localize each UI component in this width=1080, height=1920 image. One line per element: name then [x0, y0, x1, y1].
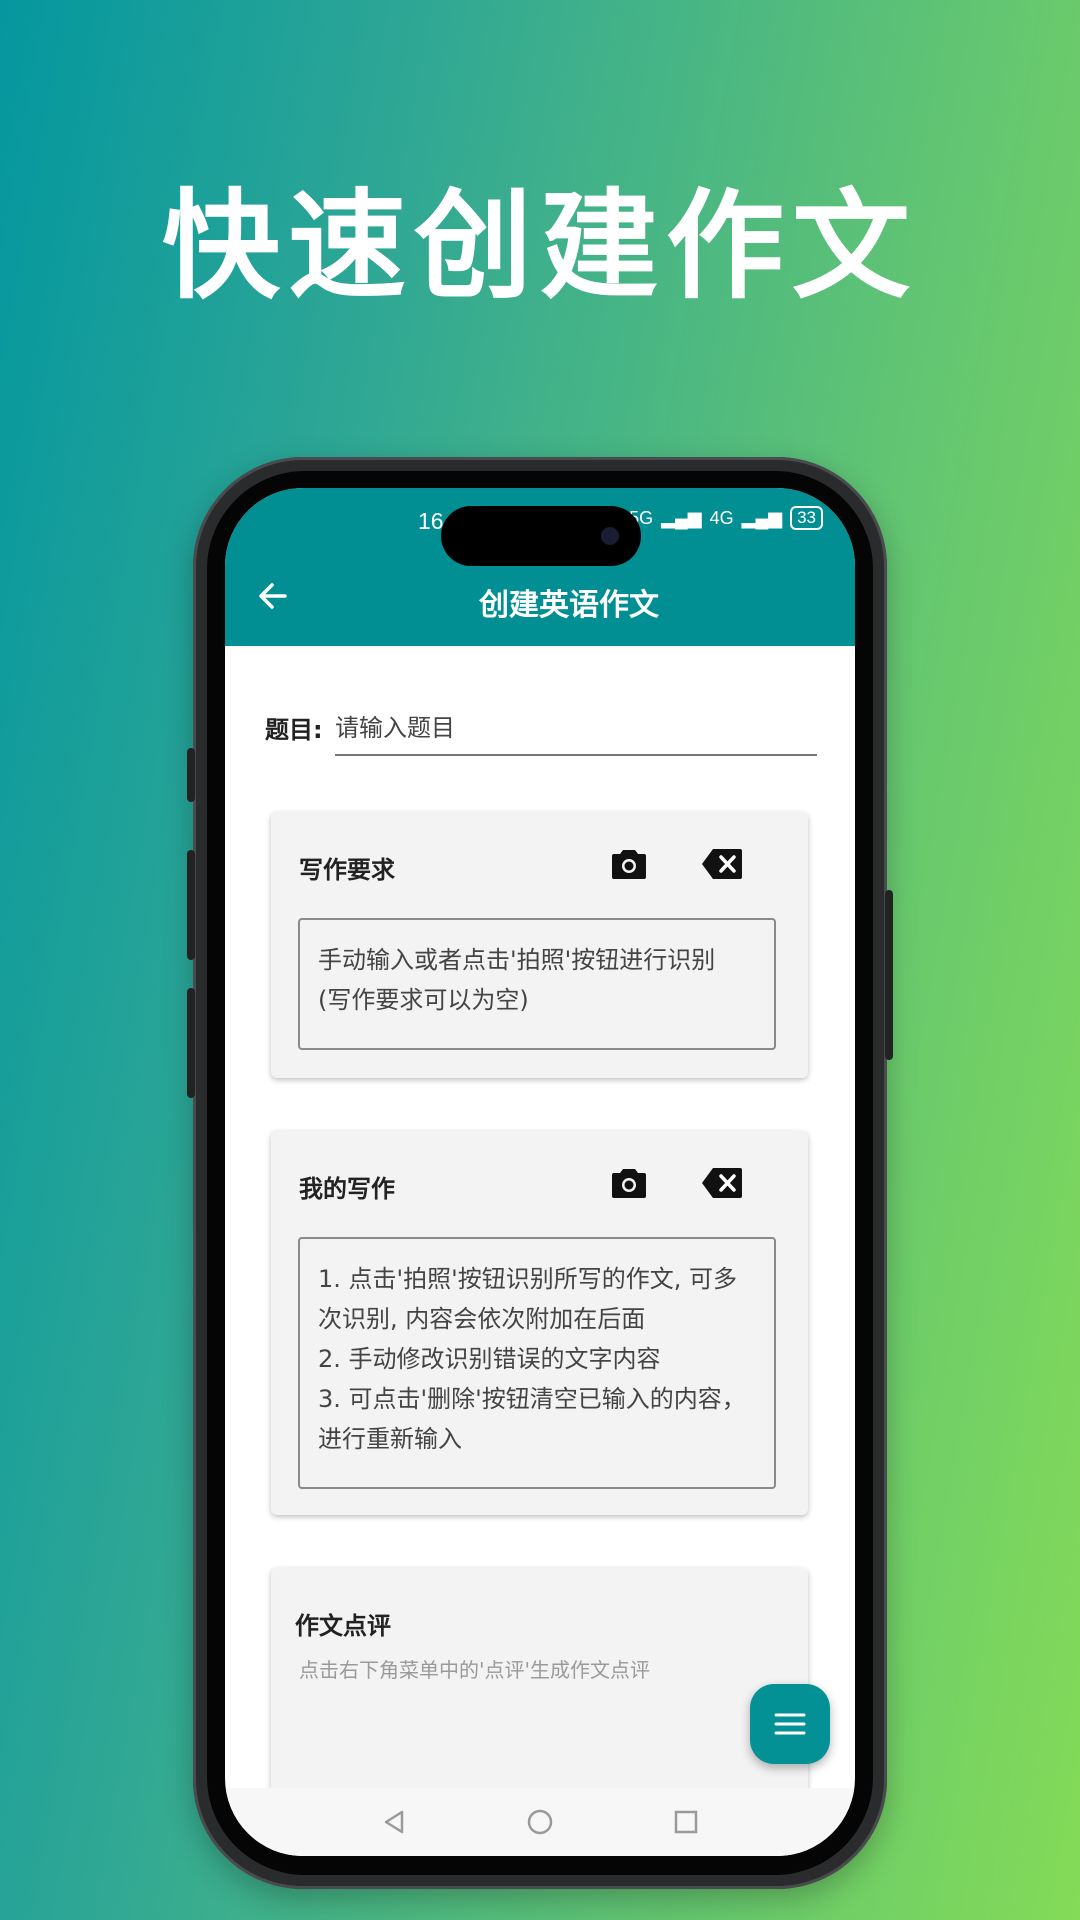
- writing-textarea[interactable]: 1. 点击'拍照'按钮识别所写的作文, 可多次识别, 内容会依次附加在后面 2.…: [298, 1237, 776, 1489]
- topic-input[interactable]: [335, 706, 817, 756]
- system-navbar: [225, 1788, 855, 1856]
- phone-mute-switch: [187, 748, 195, 802]
- backspace-icon: [702, 1168, 742, 1198]
- camera-icon: [612, 850, 646, 879]
- battery-indicator: 33: [790, 506, 823, 530]
- requirements-card: 写作要求 手动输入或者点击'拍照'按钮进行识别 (写作要求可以为空): [271, 812, 808, 1078]
- app-bar: 16 ▯ ◎ 5G ▂▄▆ 4G ▂▄▆ 33 创建英语作文: [225, 488, 855, 646]
- signal-icon: ▂▄▆: [661, 507, 702, 528]
- nav-home-button[interactable]: [522, 1804, 558, 1840]
- square-recents-icon: [674, 1810, 698, 1834]
- camera-icon: [612, 1169, 646, 1198]
- triangle-back-icon: [384, 1810, 404, 1834]
- nav-back-button[interactable]: [376, 1804, 412, 1840]
- network-4g: 4G: [709, 507, 734, 528]
- review-hint: 点击右下角菜单中的'点评'生成作文点评: [299, 1658, 650, 1682]
- headline: 快速创建作文: [161, 177, 918, 315]
- menu-fab[interactable]: [750, 1684, 830, 1764]
- nav-recents-button[interactable]: [668, 1804, 704, 1840]
- writing-card: 我的写作 1. 点击'拍照'按钮识别所写的作文, 可多次识别, 内容会依次附加在…: [271, 1131, 808, 1515]
- requirements-textarea[interactable]: 手动输入或者点击'拍照'按钮进行识别 (写作要求可以为空): [298, 918, 776, 1050]
- writing-clear-button[interactable]: [700, 1161, 744, 1205]
- app-screen: 16 ▯ ◎ 5G ▂▄▆ 4G ▂▄▆ 33 创建英语作文 题目: 写作要求: [225, 488, 855, 1856]
- writing-title: 我的写作: [299, 1175, 395, 1203]
- writing-camera-button[interactable]: [607, 1161, 651, 1205]
- phone-volume-down: [187, 988, 195, 1098]
- status-time: 16: [418, 508, 444, 534]
- topic-row: 题目:: [265, 706, 820, 776]
- circle-home-icon: [527, 1809, 553, 1835]
- requirements-title: 写作要求: [299, 856, 395, 884]
- backspace-icon: [702, 849, 742, 879]
- phone-volume-up: [187, 850, 195, 960]
- dynamic-island: [441, 506, 641, 566]
- phone-power-button: [885, 890, 893, 1060]
- topic-label: 题目:: [265, 716, 323, 744]
- menu-icon: [774, 1713, 806, 1735]
- page-title: 创建英语作文: [479, 588, 659, 623]
- review-title: 作文点评: [295, 1612, 391, 1640]
- requirements-camera-button[interactable]: [607, 842, 651, 886]
- requirements-clear-button[interactable]: [700, 842, 744, 886]
- front-camera: [601, 527, 619, 545]
- signal-icon-2: ▂▄▆: [741, 507, 783, 528]
